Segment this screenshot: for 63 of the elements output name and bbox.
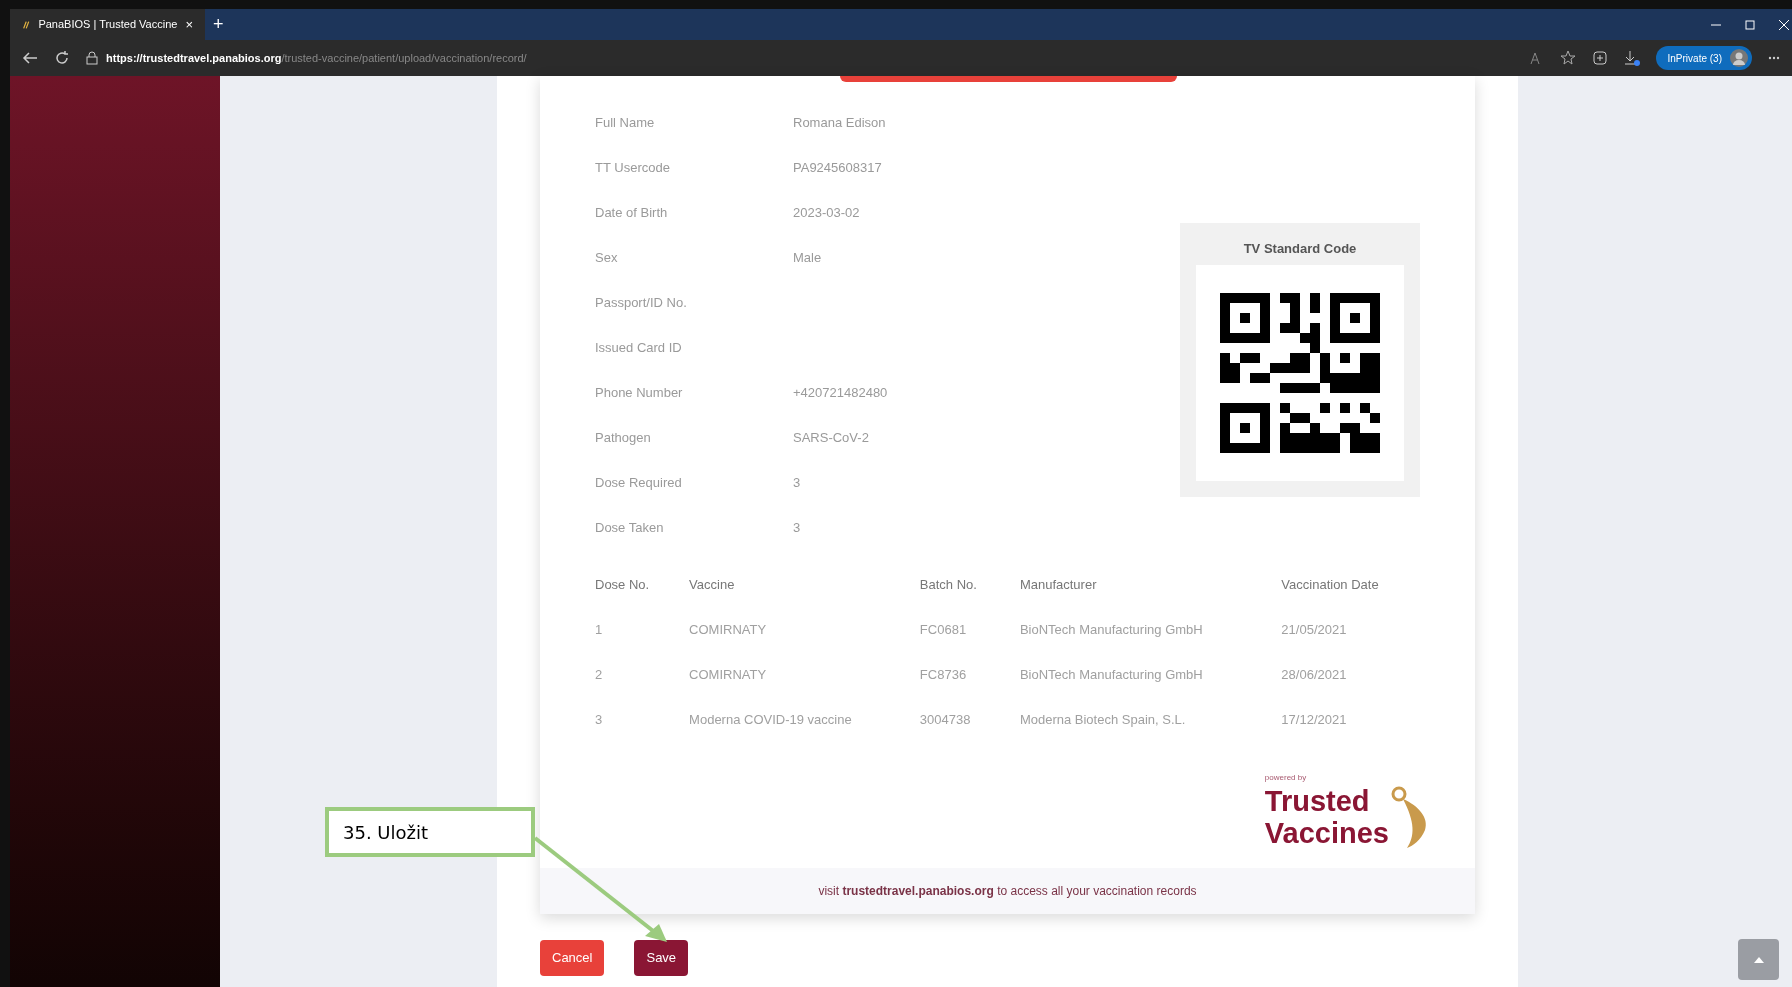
- table-cell-text: BioNTech Manufacturing GmbH: [1019, 665, 1204, 684]
- field-value: 3: [793, 518, 801, 537]
- field-label: Full Name: [595, 113, 656, 132]
- field-label: Issued Card ID: [595, 338, 683, 357]
- table-cell-text: BioNTech Manufacturing GmbH: [1019, 620, 1204, 639]
- table-cell-text: 2: [595, 665, 604, 684]
- field-label: Dose Taken: [595, 518, 665, 537]
- back-icon[interactable]: [22, 51, 38, 65]
- trusted-vaccines-logo-text: Trusted Vaccines: [1264, 785, 1389, 849]
- table-cell-text: Moderna COVID-19 vaccine: [689, 710, 853, 729]
- table-cell-text: Moderna Biotech Spain, S.L.: [1019, 710, 1187, 729]
- browser-tab[interactable]: PanaBIOS | Trusted Vaccine ×: [10, 9, 205, 40]
- avatar-icon: [1730, 49, 1748, 67]
- table-cell-text: FC0681: [919, 620, 968, 639]
- field-value: 2023-03-02: [793, 203, 860, 222]
- column-header: Dose No.: [595, 575, 651, 594]
- inprivate-profile-button[interactable]: InPrivate (3): [1655, 46, 1752, 70]
- downloads-icon[interactable]: [1623, 50, 1640, 66]
- table-cell-text: COMIRNATY: [689, 620, 768, 639]
- powered-by-text: powered by: [1264, 772, 1307, 784]
- table-cell-text: 3004738: [919, 710, 972, 729]
- footer-note: visit trustedtravel.panabios.org to access all your vaccination records: [818, 883, 1197, 900]
- column-header: Batch No.: [919, 575, 978, 594]
- table-cell-text: COMIRNATY: [689, 665, 768, 684]
- annotation-callout: 35. Uložit: [325, 807, 535, 857]
- field-value: 3: [793, 473, 801, 492]
- field-label: Passport/ID No.: [595, 293, 688, 312]
- new-tab-button[interactable]: +: [213, 11, 224, 38]
- field-label: Dose Required: [595, 473, 683, 492]
- save-button[interactable]: Save: [634, 940, 689, 976]
- field-label: Phone Number: [595, 383, 684, 402]
- field-value: SARS-CoV-2: [793, 428, 869, 447]
- field-label: Pathogen: [595, 428, 652, 447]
- refresh-icon[interactable]: [54, 50, 70, 66]
- restore-icon[interactable]: [1744, 18, 1756, 31]
- table-cell-text: FC8736: [919, 665, 968, 684]
- table-cell-text: 21/05/2021: [1281, 620, 1348, 639]
- more-icon[interactable]: [1768, 56, 1780, 60]
- field-value: PA9245608317: [793, 158, 882, 177]
- tab-title: PanaBIOS | Trusted Vaccine: [38, 17, 178, 33]
- close-icon[interactable]: [1778, 18, 1790, 31]
- collections-icon[interactable]: [1591, 50, 1608, 66]
- favorites-icon[interactable]: [1559, 50, 1576, 66]
- field-value: Male: [793, 248, 822, 267]
- caret-icon: [1753, 956, 1764, 963]
- table-cell-text: 28/06/2021: [1281, 665, 1348, 684]
- table-cell-text: 17/12/2021: [1281, 710, 1348, 729]
- close-tab-button[interactable]: ×: [185, 14, 193, 35]
- field-label: TT Usercode: [595, 158, 671, 177]
- lock-icon: [86, 51, 98, 65]
- cancel-button[interactable]: Cancel: [540, 940, 605, 976]
- field-label: Sex: [595, 248, 619, 267]
- qr-title: TV Standard Code: [1243, 240, 1357, 258]
- address-bar-url[interactable]: https://trustedtravel.panabios.org/trusted-vaccine/patient/upload/vaccination/record/: [106, 49, 527, 67]
- field-value: +420721482480: [793, 383, 888, 402]
- table-cell-text: 3: [595, 710, 604, 729]
- tab-favicon-icon: [22, 19, 31, 30]
- field-label: Date of Birth: [595, 203, 669, 222]
- column-header: Vaccination Date: [1281, 575, 1380, 594]
- column-header: Manufacturer: [1019, 575, 1098, 594]
- field-value: Romana Edison: [793, 113, 886, 132]
- table-cell-text: 1: [595, 620, 604, 639]
- column-header: Vaccine: [689, 575, 736, 594]
